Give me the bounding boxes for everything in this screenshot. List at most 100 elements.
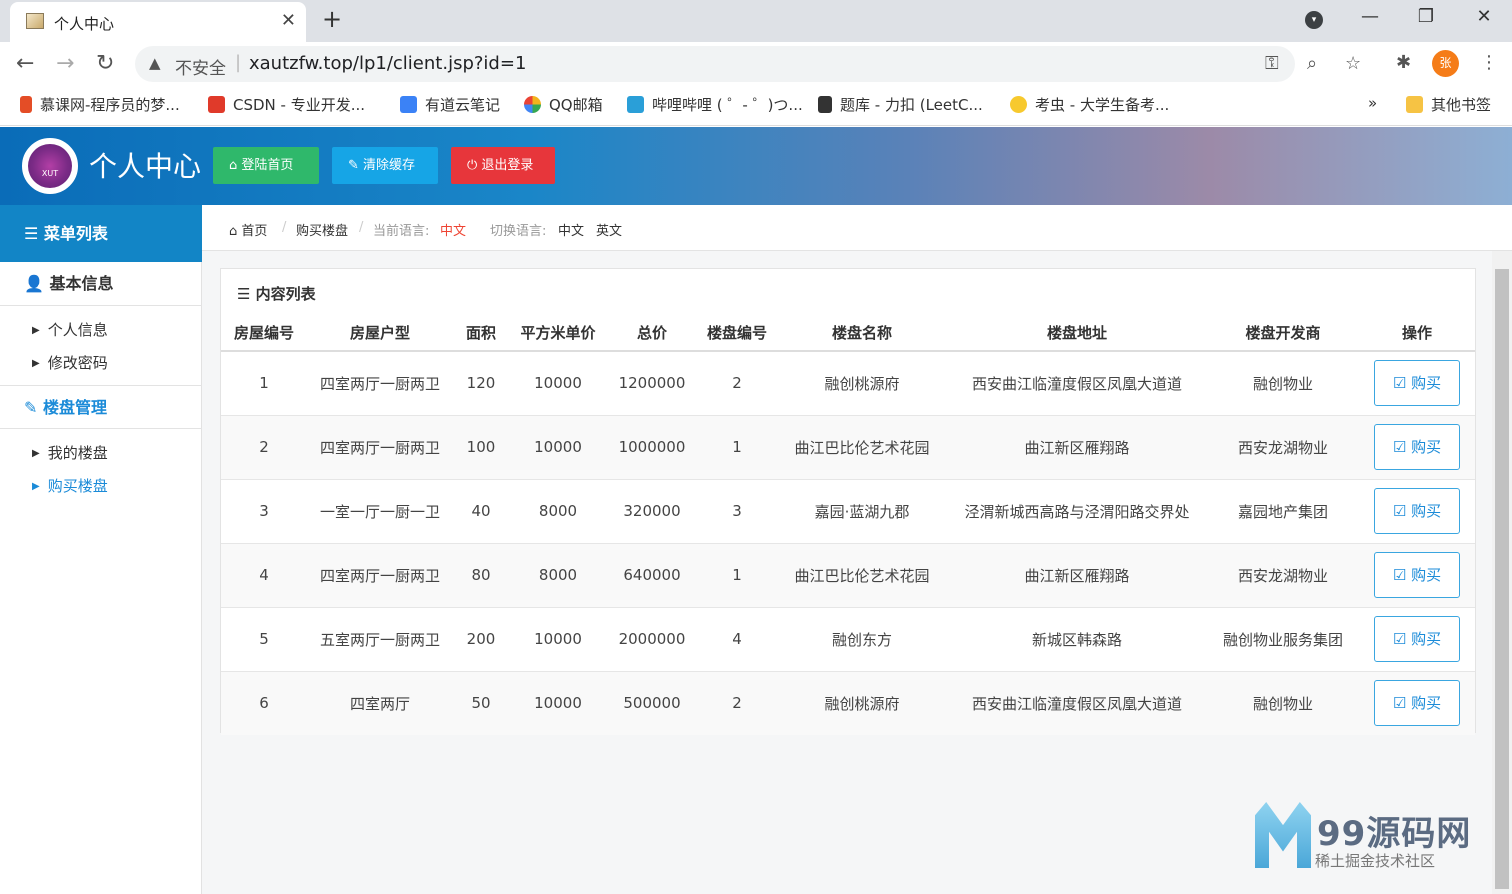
- col-header: 操作: [1359, 315, 1475, 352]
- cell-total-price: 1000000: [607, 414, 697, 479]
- col-header: 房屋户型: [307, 315, 453, 352]
- zoom-icon[interactable]: ⌕: [1307, 53, 1317, 74]
- key-icon[interactable]: ⚿: [1265, 53, 1279, 74]
- sidebar-item-personal-info[interactable]: ▶ 个人信息: [32, 319, 108, 340]
- check-square-icon: ☑: [1392, 630, 1412, 648]
- restore-icon[interactable]: ❐: [1406, 6, 1446, 27]
- bookmark-imooc[interactable]: 慕课网-程序员的梦...: [20, 94, 180, 115]
- page-scrollbar[interactable]: [1492, 251, 1512, 894]
- cell-house-id: 2: [221, 414, 307, 479]
- check-square-icon: ☑: [1392, 438, 1412, 456]
- watermark-subtitle: 稀土掘金技术社区: [1315, 852, 1436, 870]
- language-en-link[interactable]: 英文: [596, 220, 622, 239]
- browser-tab[interactable]: 个人中心 ✕: [10, 2, 306, 42]
- col-header: 面积: [453, 315, 509, 352]
- cell-estate-address: 西安曲江临潼度假区凤凰大道道: [947, 350, 1207, 415]
- profile-avatar[interactable]: 张: [1432, 50, 1459, 77]
- property-table: 房屋编号 房屋户型 面积 平方米单价 总价 楼盘编号 楼盘名称 楼盘地址 楼盘开…: [221, 315, 1475, 735]
- csdn-icon: [208, 96, 225, 113]
- breadcrumb-home[interactable]: ⌂ 首页: [229, 220, 267, 239]
- breadcrumb-current: 购买楼盘: [296, 224, 349, 239]
- cell-total-price: 640000: [607, 542, 697, 607]
- extensions-icon[interactable]: ✱: [1396, 52, 1411, 73]
- col-header: 楼盘编号: [697, 315, 777, 352]
- sidebar-item-change-password[interactable]: ▶ 修改密码: [32, 352, 108, 373]
- cell-unit-price: 8000: [509, 478, 607, 543]
- sidebar: ☰ 菜单列表 👤 基本信息 ▶ 个人信息 ▶ 修改密码 ✎ 楼盘管理 ▶ 我的楼盘 ▶…: [0, 205, 202, 894]
- table-row: 4 四室两厅一厨两卫 80 8000 640000 1 曲江巴比伦艺术花园 曲江…: [221, 542, 1475, 607]
- wrench-icon: ✎: [348, 158, 364, 173]
- back-icon[interactable]: ←: [16, 51, 34, 76]
- url-text[interactable]: xautzfw.top/lp1/client.jsp?id=1: [249, 53, 526, 74]
- new-tab-icon[interactable]: +: [322, 5, 342, 33]
- cell-layout: 四室两厅一厨两卫: [307, 350, 453, 415]
- page-header: XUT 个人中心 ⌂ 登陆首页 ✎ 清除缓存 ⏻ 退出登录: [0, 127, 1512, 205]
- list-icon: ☰: [24, 224, 44, 243]
- clear-cache-button[interactable]: ✎ 清除缓存: [332, 147, 438, 184]
- cell-area: 120: [453, 350, 509, 415]
- bookmark-bilibili[interactable]: 哔哩哔哩 ( ゜- ゜)つ...: [627, 94, 803, 115]
- table-row: 2 四室两厅一厨两卫 100 10000 1000000 1 曲江巴比伦艺术花园…: [221, 414, 1475, 479]
- cell-total-price: 1200000: [607, 350, 697, 415]
- main-content: ☰ 内容列表 房屋编号 房屋户型 面积 平方米单价 总价 楼盘编号 楼盘名称 楼…: [202, 251, 1492, 894]
- omnibox-divider: |: [235, 52, 242, 73]
- sidebar-item-buy-property[interactable]: ▶ 购买楼盘: [32, 475, 108, 496]
- cell-house-id: 6: [221, 670, 307, 735]
- minimize-icon[interactable]: —: [1350, 6, 1390, 27]
- language-zh-link[interactable]: 中文: [558, 220, 584, 239]
- col-header: 楼盘开发商: [1207, 315, 1359, 352]
- buy-button[interactable]: ☑ 购买: [1374, 488, 1460, 534]
- bookmark-star-icon[interactable]: ☆: [1345, 53, 1361, 74]
- tab-search-icon[interactable]: ▾: [1305, 11, 1323, 29]
- cell-unit-price: 10000: [509, 606, 607, 671]
- home-button[interactable]: ⌂ 登陆首页: [213, 147, 319, 184]
- tab-close-icon[interactable]: ✕: [281, 10, 296, 31]
- panel-title: ☰ 内容列表: [237, 285, 316, 303]
- sidebar-section-property-management[interactable]: ✎ 楼盘管理: [0, 385, 202, 429]
- cell-total-price: 2000000: [607, 606, 697, 671]
- reload-icon[interactable]: ↻: [96, 51, 114, 76]
- scrollbar-thumb[interactable]: [1495, 269, 1509, 889]
- cell-action: ☑ 购买: [1359, 542, 1475, 607]
- sidebar-item-my-properties[interactable]: ▶ 我的楼盘: [32, 442, 108, 463]
- check-square-icon: ☑: [1392, 694, 1412, 713]
- watermark-brand: 99源码网: [1317, 814, 1472, 854]
- browser-toolbar: ← → ↻ ▲ 不安全 | xautzfw.top/lp1/client.jsp…: [0, 42, 1512, 86]
- check-square-icon: ☑: [1392, 566, 1412, 584]
- cell-estate-id: 3: [697, 478, 777, 543]
- bookmark-qqmail[interactable]: QQ邮箱: [524, 94, 603, 115]
- address-bar[interactable]: ▲ 不安全 | xautzfw.top/lp1/client.jsp?id=1 …: [135, 46, 1361, 82]
- cell-estate-id: 4: [697, 606, 777, 671]
- cell-unit-price: 10000: [509, 670, 607, 735]
- window-close-icon[interactable]: ✕: [1464, 6, 1504, 27]
- folder-icon: [1406, 96, 1423, 113]
- cell-house-id: 3: [221, 478, 307, 543]
- cell-layout: 四室两厅: [307, 670, 453, 735]
- col-header: 总价: [607, 315, 697, 352]
- buy-button[interactable]: ☑ 购买: [1374, 616, 1460, 662]
- warning-icon[interactable]: ▲: [149, 54, 161, 72]
- list-icon: ☰: [237, 285, 256, 303]
- bookmark-youdao[interactable]: 有道云笔记: [400, 94, 500, 115]
- buy-button[interactable]: ☑ 购买: [1374, 680, 1460, 727]
- buy-button[interactable]: ☑ 购买: [1374, 360, 1460, 407]
- buy-button[interactable]: ☑ 购买: [1374, 552, 1460, 598]
- cell-estate-name: 融创东方: [777, 606, 947, 671]
- menu-kebab-icon[interactable]: ⋮: [1480, 52, 1498, 73]
- forward-icon[interactable]: →: [56, 51, 74, 76]
- bookmark-leetcode[interactable]: 题库 - 力扣 (LeetC...: [818, 94, 983, 115]
- logo-emblem: XUT: [28, 144, 72, 188]
- cell-estate-address: 泾渭新城西高路与泾渭阳路交界处: [947, 478, 1207, 543]
- security-label[interactable]: 不安全: [175, 54, 226, 79]
- logout-button[interactable]: ⏻ 退出登录: [451, 147, 555, 184]
- cell-layout: 五室两厅一厨两卫: [307, 606, 453, 671]
- sidebar-section-basic-info[interactable]: 👤 基本信息: [0, 262, 202, 306]
- bookmarks-overflow-icon[interactable]: »: [1368, 94, 1377, 112]
- bookmark-other-folder[interactable]: 其他书签: [1406, 94, 1491, 115]
- cell-layout: 四室两厅一厨两卫: [307, 414, 453, 479]
- bookmark-csdn[interactable]: CSDN - 专业开发...: [208, 94, 365, 115]
- buy-button[interactable]: ☑ 购买: [1374, 424, 1460, 470]
- bookmark-kaochong[interactable]: 考虫 - 大学生备考...: [1010, 94, 1169, 115]
- table-row: 1 四室两厅一厨两卫 120 10000 1200000 2 融创桃源府 西安曲…: [221, 350, 1475, 415]
- caret-right-icon: ▶: [32, 325, 40, 336]
